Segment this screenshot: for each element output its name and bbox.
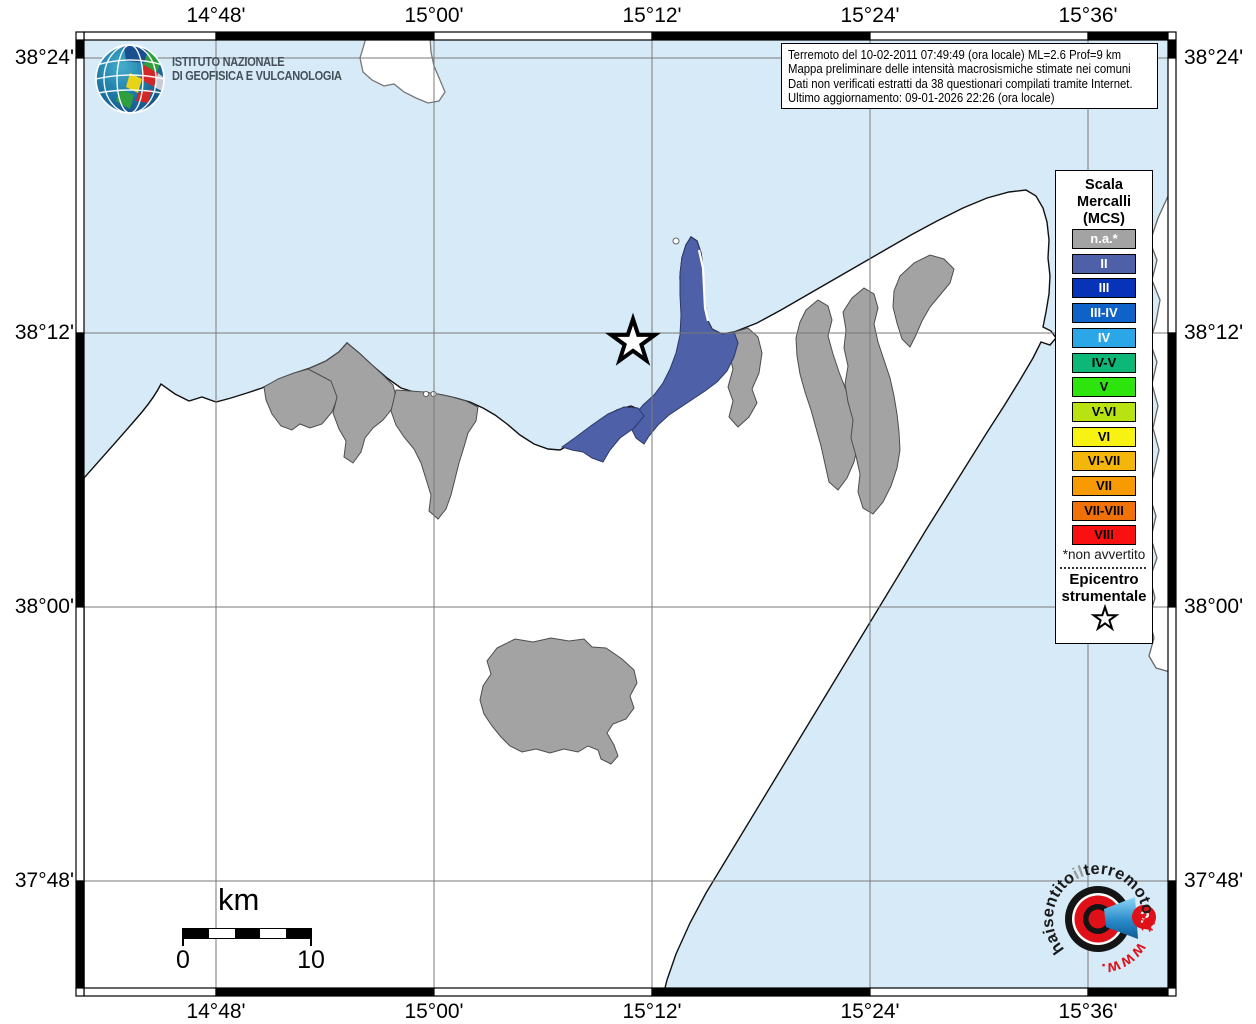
earthquake-info-box: Terremoto del 10-02-2011 07:49:49 (ora l… <box>781 43 1158 109</box>
legend-title-line: Scala <box>1085 177 1123 193</box>
scale-bar-segments <box>183 928 312 939</box>
axis-tick-bottom: 15°00' <box>404 1000 464 1023</box>
axis-tick-top: 15°24' <box>840 4 900 27</box>
legend-footnote: *non avvertito <box>1062 547 1146 562</box>
legend-swatch-ii: II <box>1072 253 1136 274</box>
scale-bar-unit: km <box>218 882 260 917</box>
legend-swatch-v-vi: V-VI <box>1072 401 1136 422</box>
scale-bar-tick <box>182 928 184 946</box>
islet <box>422 390 430 398</box>
ingv-name-line1: ISTITUTO NAZIONALE <box>172 55 285 69</box>
legend-epicenter-label: Epicentro strumentale <box>1056 571 1152 605</box>
scale-bar-end: 10 <box>297 946 325 974</box>
legend-swatch-iii: III <box>1072 278 1136 299</box>
info-line-event: Terremoto del 10-02-2011 07:49:49 (ora l… <box>788 48 1122 62</box>
axis-tick-bottom: 14°48' <box>186 1000 246 1023</box>
legend-epicenter-star-icon <box>1090 603 1120 632</box>
legend-divider <box>1060 567 1146 569</box>
islet <box>672 237 680 245</box>
legend-epicenter-line: Epicentro <box>1069 571 1139 588</box>
axis-tick-left: 38°24' <box>14 46 74 69</box>
scale-bar-start: 0 <box>176 946 190 974</box>
legend-swatch-vii-viii: VII-VIII <box>1072 500 1136 521</box>
bullseye-icon <box>1065 886 1138 952</box>
ingv-name-line2: DI GEOFISICA E VULCANOLOGIA <box>172 69 342 83</box>
axis-tick-bottom: 15°12' <box>622 1000 682 1023</box>
legend-swatch-iv-v: IV-V <box>1072 352 1136 373</box>
info-line-updated: Ultimo aggiornamento: 09-01-2026 22:26 (… <box>788 91 1055 106</box>
axis-tick-top: 14°48' <box>186 4 246 27</box>
legend-swatch-vi-vii: VI-VII <box>1072 451 1136 472</box>
axis-tick-right: 38°12' <box>1184 321 1244 344</box>
scale-bar: km 0 10 <box>170 882 350 992</box>
watermark-text-it: .it <box>1138 915 1157 934</box>
haisentitoilterremoto-watermark: ? haisentitoilterremoto .it www. <box>1038 857 1162 981</box>
legend-title-line: Mercalli <box>1077 194 1131 210</box>
axis-tick-left: 37°48' <box>14 869 74 892</box>
macroseismic-map-page: { "frame": { "axis_top": ["14°48'", "15°… <box>0 0 1256 1024</box>
axis-tick-left: 38°00' <box>14 595 74 618</box>
scale-bar-tick <box>310 928 312 946</box>
info-line-map-type: Mappa preliminare delle intensità macros… <box>788 62 1131 77</box>
axis-tick-top: 15°36' <box>1058 4 1118 27</box>
info-line-questionnaires: Dati non verificati estratti da 38 quest… <box>788 76 1133 91</box>
axis-tick-left: 38°12' <box>14 321 74 344</box>
axis-tick-bottom: 15°36' <box>1058 1000 1118 1023</box>
legend-swatch-n-a: n.a.* <box>1072 229 1136 249</box>
legend-title-line: (MCS) <box>1083 211 1125 227</box>
legend-swatch-iii-iv: III-IV <box>1072 303 1136 324</box>
legend-swatch-vi: VI <box>1072 426 1136 447</box>
axis-tick-right: 38°00' <box>1184 595 1244 618</box>
axis-tick-top: 15°00' <box>404 4 464 27</box>
ingv-logo: ISTITUTO NAZIONALE DI GEOFISICA E VULCAN… <box>94 41 424 117</box>
legend-swatch-vii: VII <box>1072 476 1136 496</box>
axis-tick-right: 37°48' <box>1184 869 1244 892</box>
mercalli-legend: Scala Mercalli (MCS) n.a.* II III III-IV IV I… <box>1055 170 1153 644</box>
axis-tick-bottom: 15°24' <box>840 1000 900 1023</box>
axis-tick-right: 38°24' <box>1184 46 1244 69</box>
ingv-globe-icon <box>95 44 165 114</box>
legend-swatch-iv: IV <box>1072 327 1136 348</box>
legend-swatch-v: V <box>1072 377 1136 398</box>
axis-tick-top: 15°12' <box>622 4 682 27</box>
legend-swatch-viii: VIII <box>1072 525 1136 546</box>
